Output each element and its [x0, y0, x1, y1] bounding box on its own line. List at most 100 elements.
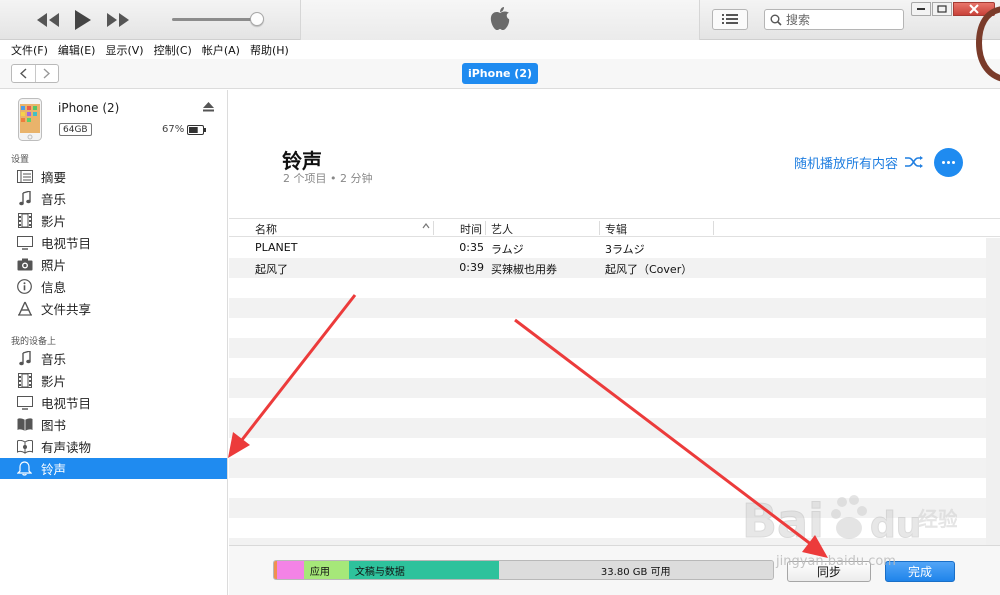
sidebar-item-movies[interactable]: 影片: [0, 210, 227, 231]
sidebar-item-device-audiobooks[interactable]: 有声读物: [0, 436, 227, 457]
restore-button[interactable]: [932, 2, 952, 16]
back-button[interactable]: [12, 65, 36, 82]
capacity-badge: 64GB: [59, 123, 92, 136]
sort-ascending-icon[interactable]: [422, 223, 430, 229]
sidebar-item-info[interactable]: 信息: [0, 276, 227, 297]
page-subtitle: 2 个项目 • 2 分钟: [283, 172, 373, 185]
battery-icon: [187, 125, 206, 135]
cell-artist: ラムジ: [491, 243, 524, 256]
bell-icon: [16, 461, 33, 476]
navigation-bar: iPhone (2): [0, 59, 1000, 89]
sidebar-item-device-books[interactable]: 图书: [0, 414, 227, 435]
sidebar-item-label: 电视节目: [41, 396, 92, 411]
sidebar: iPhone (2) 64GB 67% 设置 摘要 音乐 影片 电视节目 照片 …: [0, 90, 228, 595]
table-header: 名称 时间 艺人 专辑: [229, 218, 1000, 237]
sidebar-item-label: 音乐: [41, 192, 67, 207]
menu-file[interactable]: 文件(F): [11, 42, 48, 58]
storage-segment-documents: 文稿与数据: [348, 561, 499, 579]
menu-help[interactable]: 帮助(H): [250, 42, 289, 58]
camera-icon: [16, 257, 33, 272]
column-separator: [599, 221, 600, 235]
play-icon[interactable]: [68, 6, 96, 34]
search-box[interactable]: [764, 9, 904, 30]
sidebar-item-label: 影片: [41, 374, 67, 389]
music-note-icon: [16, 351, 33, 366]
column-separator: [433, 221, 434, 235]
chevron-left-icon: [19, 68, 27, 79]
forward-button[interactable]: [36, 65, 59, 82]
main-content: 铃声 2 个项目 • 2 分钟 随机播放所有内容 名称 时间 艺人 专辑 PLA…: [229, 90, 1000, 595]
sidebar-item-label: 照片: [41, 258, 67, 273]
sidebar-item-label: 摘要: [41, 170, 67, 185]
device-summary[interactable]: iPhone (2) 64GB 67%: [0, 90, 227, 148]
tv-icon: [16, 235, 33, 250]
menu-bar: 文件(F) 编辑(E) 显示(V) 控制(C) 帐户(A) 帮助(H): [0, 41, 1000, 59]
column-separator: [485, 221, 486, 235]
sidebar-item-label: 有声读物: [41, 440, 92, 455]
sidebar-item-label: 影片: [41, 214, 67, 229]
cell-artist: 买辣椒也用券: [491, 263, 557, 276]
eject-icon[interactable]: [203, 102, 214, 112]
more-options-button[interactable]: [934, 148, 963, 177]
bottom-bar: 应用 文稿与数据 33.80 GB 可用 同步 完成: [229, 545, 1000, 595]
menu-account[interactable]: 帐户(A): [202, 42, 240, 58]
device-button[interactable]: iPhone (2): [462, 63, 538, 84]
menu-edit[interactable]: 编辑(E): [58, 42, 96, 58]
sidebar-item-label: 图书: [41, 418, 67, 433]
list-view-icon: [722, 13, 738, 27]
menu-controls[interactable]: 控制(C): [154, 42, 192, 58]
sidebar-item-device-music[interactable]: 音乐: [0, 348, 227, 369]
column-header-time[interactable]: 时间: [460, 221, 482, 237]
film-icon: [16, 373, 33, 388]
history-nav: [11, 64, 59, 83]
rewind-icon[interactable]: [30, 6, 66, 34]
device-name: iPhone (2): [58, 101, 120, 115]
volume-slider-track[interactable]: [172, 18, 258, 21]
column-header-artist[interactable]: 艺人: [491, 221, 513, 237]
sidebar-item-tv-shows[interactable]: 电视节目: [0, 232, 227, 253]
sidebar-item-photos[interactable]: 照片: [0, 254, 227, 275]
sidebar-item-device-ringtones[interactable]: 铃声: [0, 458, 227, 479]
sidebar-item-label: 铃声: [41, 462, 67, 477]
column-separator: [713, 221, 714, 235]
search-input[interactable]: [786, 12, 896, 27]
column-header-album[interactable]: 专辑: [605, 221, 627, 237]
list-view-button[interactable]: [712, 9, 748, 30]
sidebar-item-summary[interactable]: 摘要: [0, 166, 227, 187]
cell-album: 3ラムジ: [605, 243, 645, 256]
corner-watermark-logo: [975, 6, 1000, 82]
apple-logo-icon: [489, 6, 511, 35]
audiobook-icon: [16, 439, 33, 454]
sync-button[interactable]: 同步: [787, 561, 871, 582]
sidebar-item-label: 文件共享: [41, 302, 92, 317]
sidebar-item-device-tv-shows[interactable]: 电视节目: [0, 392, 227, 413]
battery-percentage: 67%: [162, 124, 185, 135]
shuffle-icon[interactable]: [905, 156, 923, 168]
sidebar-item-music[interactable]: 音乐: [0, 188, 227, 209]
table-row[interactable]: PLANET 0:35 ラムジ 3ラムジ: [229, 238, 986, 258]
ringtones-table: 名称 时间 艺人 专辑 PLANET 0:35 ラムジ 3ラムジ 起风了 0:3…: [229, 218, 1000, 545]
volume-slider-knob[interactable]: [250, 12, 264, 26]
fast-forward-icon[interactable]: [100, 6, 136, 34]
menu-view[interactable]: 显示(V): [105, 42, 143, 58]
cell-time: 0:35: [459, 241, 484, 254]
cell-album: 起风了（Cover）: [605, 263, 693, 276]
chevron-right-icon: [43, 68, 51, 79]
sidebar-item-device-movies[interactable]: 影片: [0, 370, 227, 391]
done-button[interactable]: 完成: [885, 561, 955, 582]
shuffle-all-link[interactable]: 随机播放所有内容: [794, 153, 898, 172]
vertical-scrollbar[interactable]: [986, 238, 1000, 545]
film-icon: [16, 213, 33, 228]
player-toolbar: [0, 0, 1000, 40]
sidebar-item-label: 电视节目: [41, 236, 92, 251]
storage-segment-photos: [276, 561, 304, 579]
storage-capacity-bar: 应用 文稿与数据 33.80 GB 可用: [273, 560, 774, 580]
sidebar-item-file-sharing[interactable]: 文件共享: [0, 298, 227, 319]
cell-name: 起风了: [255, 263, 288, 276]
table-row[interactable]: 起风了 0:39 买辣椒也用券 起风了（Cover）: [229, 258, 986, 278]
status-display: [300, 0, 700, 40]
sidebar-item-label: 音乐: [41, 352, 67, 367]
minimize-button[interactable]: [911, 2, 931, 16]
on-device-section-header: 我的设备上: [11, 337, 57, 347]
column-header-name[interactable]: 名称: [255, 221, 277, 237]
